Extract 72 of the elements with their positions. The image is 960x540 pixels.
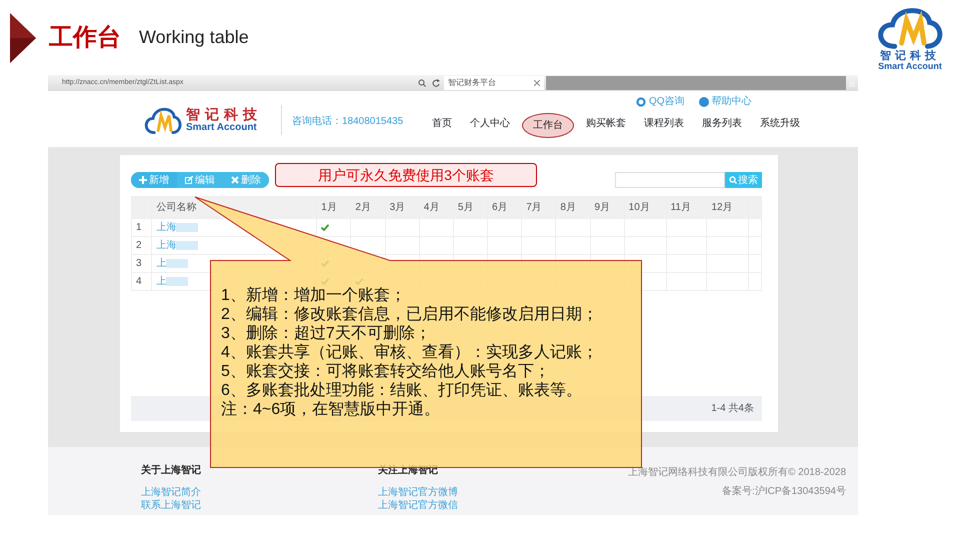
notice-callout: 用户可永久免费使用3个账套 xyxy=(275,163,537,187)
callout-text: 3、删除：超过7天不可删除； xyxy=(221,324,431,343)
cross-icon xyxy=(231,176,239,184)
browser-tab[interactable]: 智记财务平台 xyxy=(444,76,544,90)
nav-item[interactable]: 个人中心 xyxy=(464,113,516,138)
logo-icon xyxy=(143,105,183,135)
callout-text: 1、新增：增加一个账套； xyxy=(221,286,406,305)
company-name[interactable]: 上 xyxy=(156,258,166,269)
column-header: 7月 xyxy=(522,196,556,218)
phone-text: 咨询电话：18408015435 xyxy=(292,114,404,129)
logo-tagline: Smart Account xyxy=(186,122,258,133)
footer-link[interactable]: 上海智记官方微信 xyxy=(378,499,615,512)
slide-title: 工作台 xyxy=(49,22,121,52)
row-number: 4 xyxy=(132,272,152,290)
column-header: 2月 xyxy=(350,196,386,218)
row-number: 2 xyxy=(132,236,152,254)
column-header: 5月 xyxy=(453,196,488,218)
blurred-text xyxy=(176,222,198,232)
footer-link[interactable]: 上海智记简介 xyxy=(141,486,378,499)
column-header: 4月 xyxy=(419,196,454,218)
qq-link[interactable]: QQ咨询 xyxy=(649,94,685,109)
footer-link[interactable]: 上海智记官方微博 xyxy=(378,486,615,499)
column-header: 8月 xyxy=(556,196,590,218)
plus-icon xyxy=(139,176,147,184)
edit-icon xyxy=(185,176,193,184)
blurred-text xyxy=(176,240,198,250)
arrow-icon xyxy=(10,12,36,62)
close-icon[interactable] xyxy=(534,80,540,86)
column-header: 10月 xyxy=(624,196,666,218)
company-name[interactable]: 上 xyxy=(156,276,166,287)
check-icon xyxy=(321,224,330,231)
blurred-text xyxy=(166,276,188,286)
search-field[interactable] xyxy=(615,172,725,188)
icp-text: 备案号:沪ICP备13043594号 xyxy=(721,484,846,499)
nav-item[interactable]: 课程列表 xyxy=(638,113,690,138)
nav-item[interactable]: 工作台 xyxy=(522,113,574,138)
column-header: 9月 xyxy=(590,196,624,218)
nav-item[interactable]: 首页 xyxy=(426,113,458,138)
footer-link[interactable]: 联系上海智记 xyxy=(141,499,378,512)
column-header: 3月 xyxy=(385,196,420,218)
callout-text: 注：4~6项，在智慧版中开通。 xyxy=(221,400,440,419)
column-header: 11月 xyxy=(666,196,707,218)
row-number: 3 xyxy=(132,254,152,272)
logo-tagline: Smart Account xyxy=(877,62,943,72)
search-icon[interactable] xyxy=(418,79,426,87)
help-link[interactable]: 帮助中心 xyxy=(712,94,752,109)
column-header: 6月 xyxy=(488,196,522,218)
nav-item[interactable]: 系统升级 xyxy=(754,113,806,138)
callout-text: 5、账套交接：可将账套转交给他人账号名下； xyxy=(221,362,550,381)
column-header: 1月 xyxy=(316,196,351,218)
blurred-text xyxy=(166,258,188,268)
company-name[interactable]: 上海 xyxy=(156,222,176,233)
callout-text: 6、多账套批处理功能：结账、打印凭证、账表等。 xyxy=(221,381,582,400)
row-number: 1 xyxy=(132,218,152,236)
column-header: 12月 xyxy=(706,196,749,218)
nav-item[interactable]: 服务列表 xyxy=(696,113,748,138)
tab-title: 智记财务平台 xyxy=(448,77,496,89)
slide-subtitle: Working table xyxy=(139,26,249,49)
pagination-summary: 1-4 共4条 xyxy=(711,402,754,416)
company-name[interactable]: 上海 xyxy=(156,240,176,251)
nav-item[interactable]: 购买帐套 xyxy=(580,113,632,138)
logo-name: 智记科技 xyxy=(186,107,262,122)
delete-button[interactable]: 删除 xyxy=(223,172,269,188)
search-button[interactable]: 搜索 xyxy=(725,172,762,188)
refresh-icon[interactable] xyxy=(432,79,440,87)
callout-text: 4、账套共享（记账、审核、查看）：实现多人记账； xyxy=(221,343,598,362)
logo-name: 智记科技 xyxy=(879,50,941,62)
edit-button[interactable]: 编辑 xyxy=(177,172,223,188)
ring-icon xyxy=(636,96,646,106)
callout-text: 2、编辑：修改账套信息，已启用不能修改启用日期； xyxy=(221,305,598,324)
footer-heading: 关于上海智记 xyxy=(141,464,202,478)
search-icon xyxy=(729,176,737,184)
